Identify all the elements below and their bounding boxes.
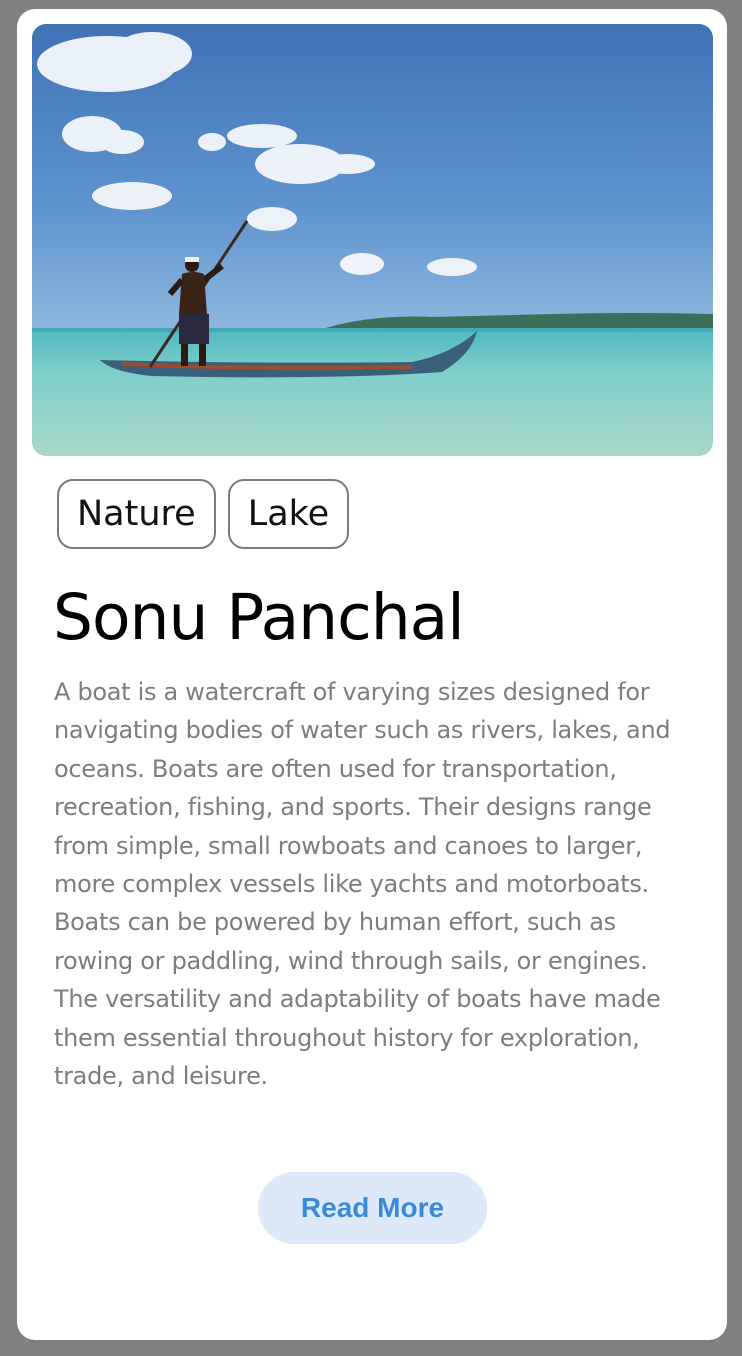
tag-nature[interactable]: Nature [57,479,216,549]
tag-list: Nature Lake [57,479,350,549]
card-description: A boat is a watercraft of varying sizes … [54,678,671,1091]
read-more-button[interactable]: Read More [258,1172,487,1244]
card-image [32,24,713,456]
article-card: Nature Lake Sonu Panchal A boat is a wat… [17,9,727,1340]
card-title: Sonu Panchal [53,581,465,654]
tag-lake[interactable]: Lake [227,479,350,549]
